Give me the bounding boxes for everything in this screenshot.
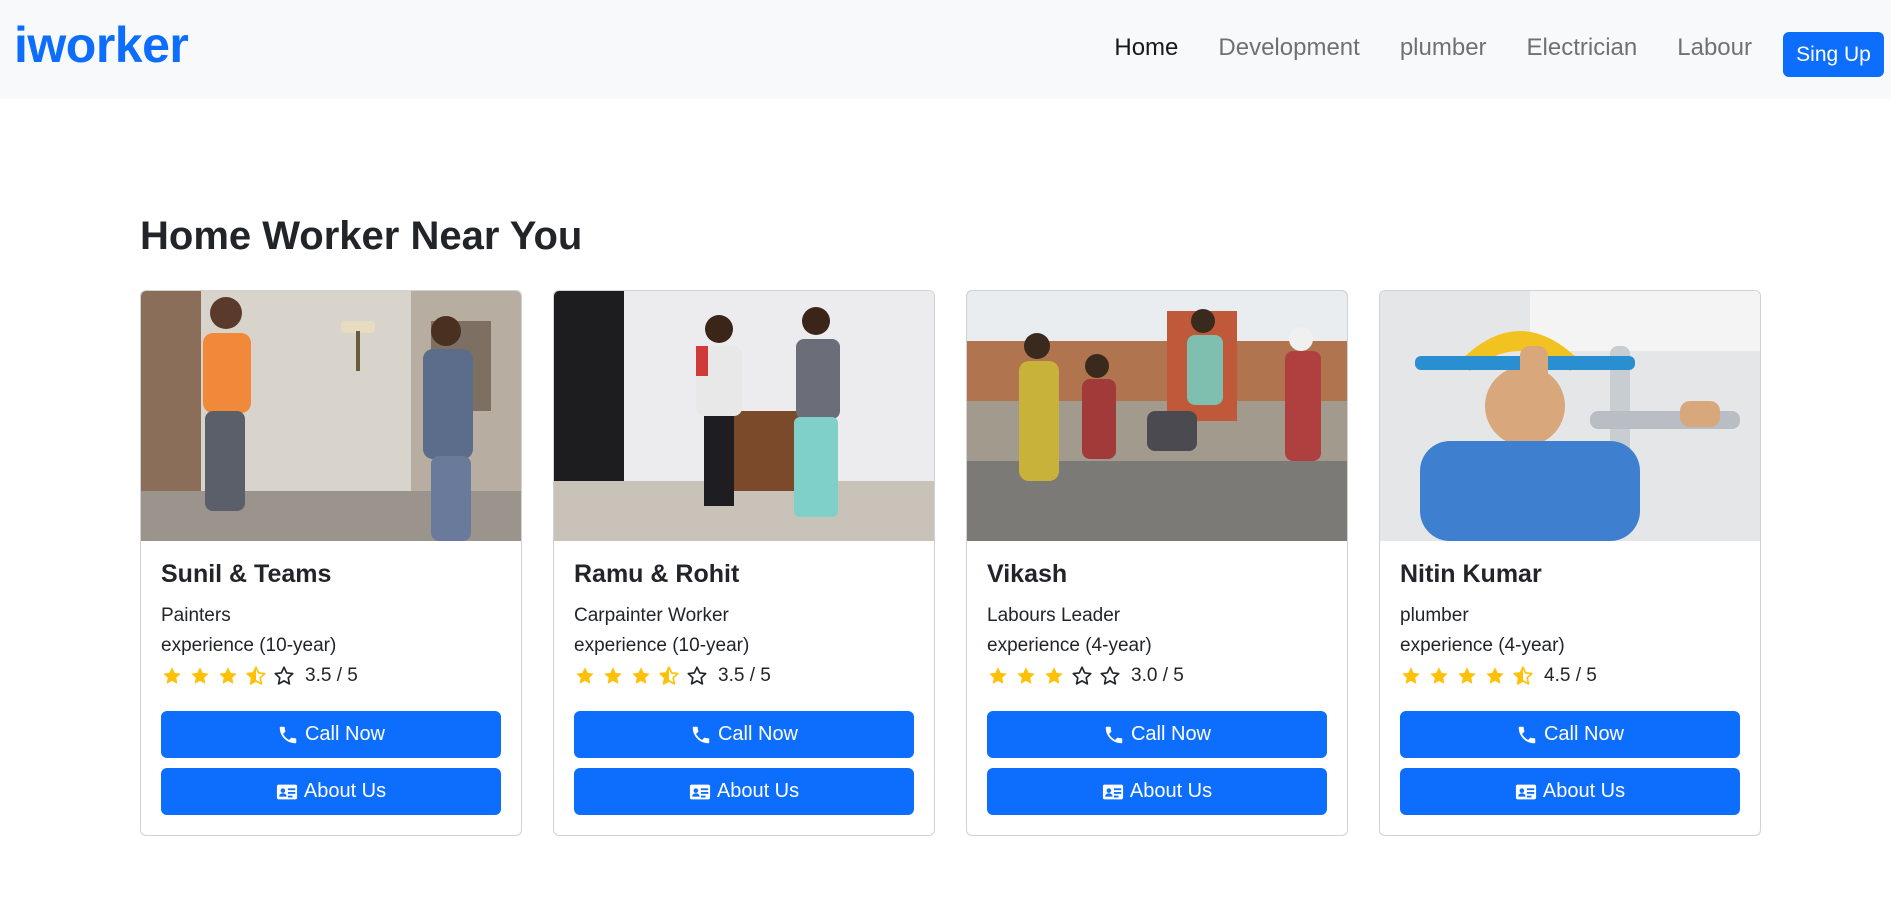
call-now-button[interactable]: Call Now [1400, 711, 1740, 758]
rating-value: 3.0 / 5 [1131, 665, 1184, 686]
brand-logo[interactable]: iworker [14, 20, 189, 70]
star-full-icon [1402, 667, 1420, 684]
star-full-icon [219, 667, 237, 684]
navbar: iworker Home Development plumber Electri… [0, 0, 1891, 99]
call-now-label: Call Now [1130, 723, 1212, 745]
phone-icon [692, 726, 710, 743]
call-now-label: Call Now [1543, 723, 1625, 745]
id-card-icon [1102, 784, 1123, 799]
worker-card: Sunil & Teams Painters experience (10-ye… [140, 290, 522, 836]
carpenters-photo [554, 291, 934, 541]
rating-value: 4.5 / 5 [1544, 665, 1597, 686]
worker-name: Nitin Kumar [1400, 560, 1542, 588]
star-full-icon [632, 667, 650, 684]
painters-photo [141, 291, 521, 541]
phone-icon [1105, 726, 1123, 743]
section-title: Home Worker Near You [140, 214, 583, 258]
star-full-icon [1486, 667, 1504, 684]
about-us-label: About Us [1542, 780, 1626, 802]
about-us-button[interactable]: About Us [1400, 768, 1740, 815]
worker-role: Labours Leader [987, 605, 1121, 626]
star-half-icon [246, 666, 266, 685]
id-card-icon [276, 784, 297, 799]
call-now-button[interactable]: Call Now [161, 711, 501, 758]
star-full-icon [1045, 667, 1063, 684]
star-empty-icon [274, 666, 294, 685]
about-us-button[interactable]: About Us [574, 768, 914, 815]
nav-link-home[interactable]: Home [1114, 34, 1178, 63]
plumber-photo [1380, 291, 1760, 541]
star-full-icon [191, 667, 209, 684]
about-us-label: About Us [1129, 780, 1213, 802]
worker-experience: experience (4-year) [987, 635, 1152, 656]
nav-link-development[interactable]: Development [1218, 34, 1359, 63]
star-full-icon [1017, 667, 1035, 684]
worker-experience: experience (10-year) [574, 635, 750, 656]
rating-value: 3.5 / 5 [305, 665, 358, 686]
star-full-icon [604, 667, 622, 684]
star-rating: 4.5 / 5 [1400, 661, 1740, 691]
id-card-icon [1515, 784, 1536, 799]
rating-value: 3.5 / 5 [718, 665, 771, 686]
star-full-icon [989, 667, 1007, 684]
nav-links: Home Development plumber Electrician Lab… [1114, 34, 1752, 63]
worker-name: Ramu & Rohit [574, 560, 740, 588]
worker-name: Vikash [987, 560, 1068, 588]
star-full-icon [1430, 667, 1448, 684]
star-empty-icon [1072, 666, 1092, 685]
nav-link-electrician[interactable]: Electrician [1527, 34, 1638, 63]
star-empty-icon [687, 666, 707, 685]
phone-icon [1518, 726, 1536, 743]
signup-button[interactable]: Sing Up [1783, 32, 1884, 77]
call-now-button[interactable]: Call Now [987, 711, 1327, 758]
star-half-icon [659, 666, 679, 685]
worker-card: Ramu & Rohit Carpainter Worker experienc… [553, 290, 935, 836]
star-rating: 3.5 / 5 [574, 661, 914, 691]
worker-name: Sunil & Teams [161, 560, 332, 588]
star-half-icon [1513, 666, 1533, 685]
star-empty-icon [1100, 666, 1120, 685]
about-us-button[interactable]: About Us [161, 768, 501, 815]
star-rating: 3.0 / 5 [987, 661, 1327, 691]
about-us-label: About Us [716, 780, 800, 802]
nav-link-labour[interactable]: Labour [1677, 34, 1752, 63]
phone-icon [279, 726, 297, 743]
star-full-icon [1458, 667, 1476, 684]
id-card-icon [689, 784, 710, 799]
worker-experience: experience (10-year) [161, 635, 337, 656]
worker-role: plumber [1400, 605, 1469, 626]
about-us-button[interactable]: About Us [987, 768, 1327, 815]
nav-link-plumber[interactable]: plumber [1400, 34, 1487, 63]
call-now-button[interactable]: Call Now [574, 711, 914, 758]
worker-card: Vikash Labours Leader experience (4-year… [966, 290, 1348, 836]
star-rating: 3.5 / 5 [161, 661, 501, 691]
call-now-label: Call Now [717, 723, 799, 745]
worker-role: Carpainter Worker [574, 605, 729, 626]
call-now-label: Call Now [304, 723, 386, 745]
worker-experience: experience (4-year) [1400, 635, 1565, 656]
worker-card: Nitin Kumar plumber experience (4-year) … [1379, 290, 1761, 836]
worker-cards: Sunil & Teams Painters experience (10-ye… [140, 290, 1761, 836]
labourers-photo [967, 291, 1347, 541]
worker-role: Painters [161, 605, 231, 626]
star-full-icon [576, 667, 594, 684]
star-full-icon [163, 667, 181, 684]
about-us-label: About Us [303, 780, 387, 802]
